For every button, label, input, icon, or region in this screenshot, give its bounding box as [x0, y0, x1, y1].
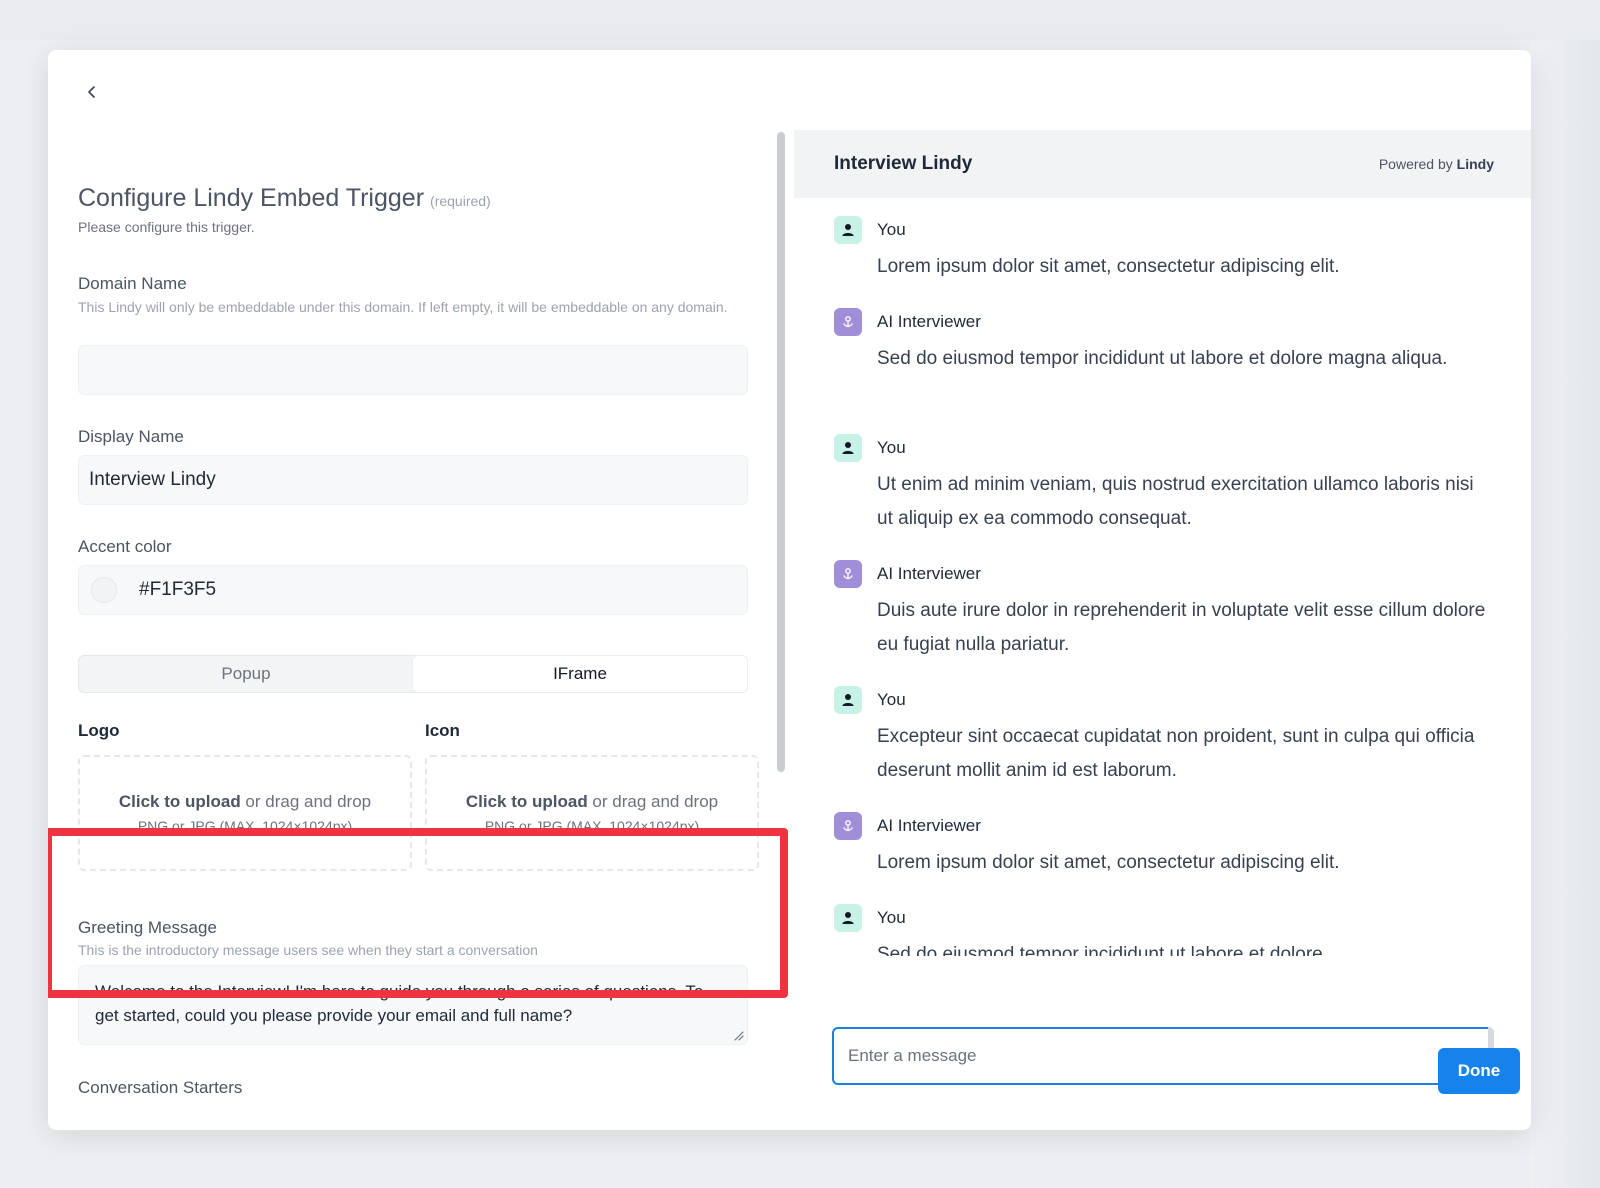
backdrop [0, 0, 1600, 40]
display-name-value: Interview Lindy [89, 469, 216, 490]
message-author: You [877, 908, 906, 927]
domain-help: This Lindy will only be embeddable under… [78, 299, 728, 315]
chevron-left-icon [88, 86, 95, 98]
icon-upload-dropzone[interactable]: Click to upload or drag and drop PNG or … [425, 755, 759, 871]
powered-by: Powered by Lindy [1379, 156, 1494, 172]
icon-upload-text: Click to upload or drag and drop [466, 792, 718, 812]
message-author: AI Interviewer [877, 312, 981, 331]
message-text: Lorem ipsum dolor sit amet, consectetur … [877, 852, 1340, 873]
message-text: Duis aute irure dolor in reprehenderit i… [877, 600, 1486, 655]
page-subtitle: Please configure this trigger. [78, 219, 255, 235]
domain-input[interactable] [78, 345, 748, 395]
color-swatch[interactable] [91, 577, 117, 603]
ai-avatar-icon [834, 812, 862, 840]
display-name-label: Display Name [78, 427, 184, 446]
embed-mode-toggle: Popup IFrame [78, 655, 748, 693]
title-row: Configure Lindy Embed Trigger (required) [78, 184, 491, 213]
required-tag: (required) [430, 193, 491, 209]
message-author: AI Interviewer [877, 816, 981, 835]
message-author: You [877, 690, 906, 709]
icon-upload-hint: PNG or JPG (MAX. 1024×1024px) [484, 818, 700, 834]
message-text: Sed do eiusmod tempor incididunt ut labo… [877, 348, 1448, 369]
message-author: You [877, 438, 906, 457]
chat-title: Interview Lindy [834, 153, 973, 174]
accent-color-label: Accent color [78, 537, 172, 556]
conversation-starters-label: Conversation Starters [78, 1078, 243, 1097]
chat-header: Interview Lindy Powered by Lindy [794, 130, 1531, 198]
message-author: AI Interviewer [877, 564, 981, 583]
greeting-message-textarea[interactable]: Welcome to the Interview! I'm here to gu… [78, 965, 748, 1045]
message-text: Excepteur sint occaecat cupidatat non pr… [877, 726, 1475, 781]
message-input[interactable] [848, 1046, 1450, 1066]
message-text: Sed do eiusmod tempor incididunt ut labo… [877, 944, 1323, 956]
message-list: You Lorem ipsum dolor sit amet, consecte… [834, 216, 1494, 956]
page-title: Configure Lindy Embed Trigger [78, 184, 425, 212]
logo-upload-dropzone[interactable]: Click to upload or drag and drop PNG or … [78, 755, 412, 871]
configure-modal: Configure Lindy Embed Trigger (required)… [48, 50, 1531, 1130]
domain-label: Domain Name [78, 274, 187, 293]
ai-avatar-icon [834, 560, 862, 588]
display-name-input[interactable]: Interview Lindy [78, 455, 748, 505]
message-text: Ut enim ad minim veniam, quis nostrud ex… [877, 474, 1474, 529]
icon-label: Icon [425, 721, 460, 740]
chat-preview: Interview Lindy Powered by Lindy You Lor… [794, 130, 1531, 1106]
resize-grip-icon[interactable] [732, 1029, 744, 1041]
greeting-message-value: Welcome to the Interview! I'm here to gu… [95, 982, 704, 1025]
greeting-message-label: Greeting Message [78, 918, 217, 937]
accent-color-input[interactable]: #F1F3F5 [78, 565, 748, 615]
backdrop-edge [1530, 40, 1600, 1188]
done-button[interactable]: Done [1438, 1048, 1520, 1094]
message-composer [832, 1027, 1494, 1085]
config-form: Configure Lindy Embed Trigger (required)… [78, 130, 768, 1106]
powered-by-brand: Lindy [1456, 156, 1494, 172]
accent-color-value: #F1F3F5 [139, 579, 217, 600]
user-avatar-icon [834, 434, 862, 462]
logo-upload-hint: PNG or JPG (MAX. 1024×1024px) [137, 818, 353, 834]
ai-avatar-icon [834, 308, 862, 336]
logo-upload-text: Click to upload or drag and drop [119, 792, 371, 812]
logo-label: Logo [78, 721, 120, 740]
user-avatar-icon [834, 216, 862, 244]
logo-upload-rest: or drag and drop [240, 792, 372, 811]
message-text: Lorem ipsum dolor sit amet, consectetur … [877, 256, 1340, 277]
icon-upload-link[interactable]: Click to upload [466, 792, 588, 811]
logo-upload-link[interactable]: Click to upload [119, 792, 241, 811]
form-scrollbar[interactable] [777, 132, 785, 772]
icon-upload-rest: or drag and drop [587, 792, 719, 811]
greeting-message-help: This is the introductory message users s… [78, 942, 538, 958]
user-avatar-icon [834, 686, 862, 714]
back-button[interactable] [80, 80, 104, 104]
powered-by-prefix: Powered by [1378, 156, 1457, 172]
user-avatar-icon [834, 904, 862, 932]
tab-iframe[interactable]: IFrame [413, 656, 747, 692]
tab-popup[interactable]: Popup [79, 656, 413, 692]
message-author: You [877, 220, 906, 239]
